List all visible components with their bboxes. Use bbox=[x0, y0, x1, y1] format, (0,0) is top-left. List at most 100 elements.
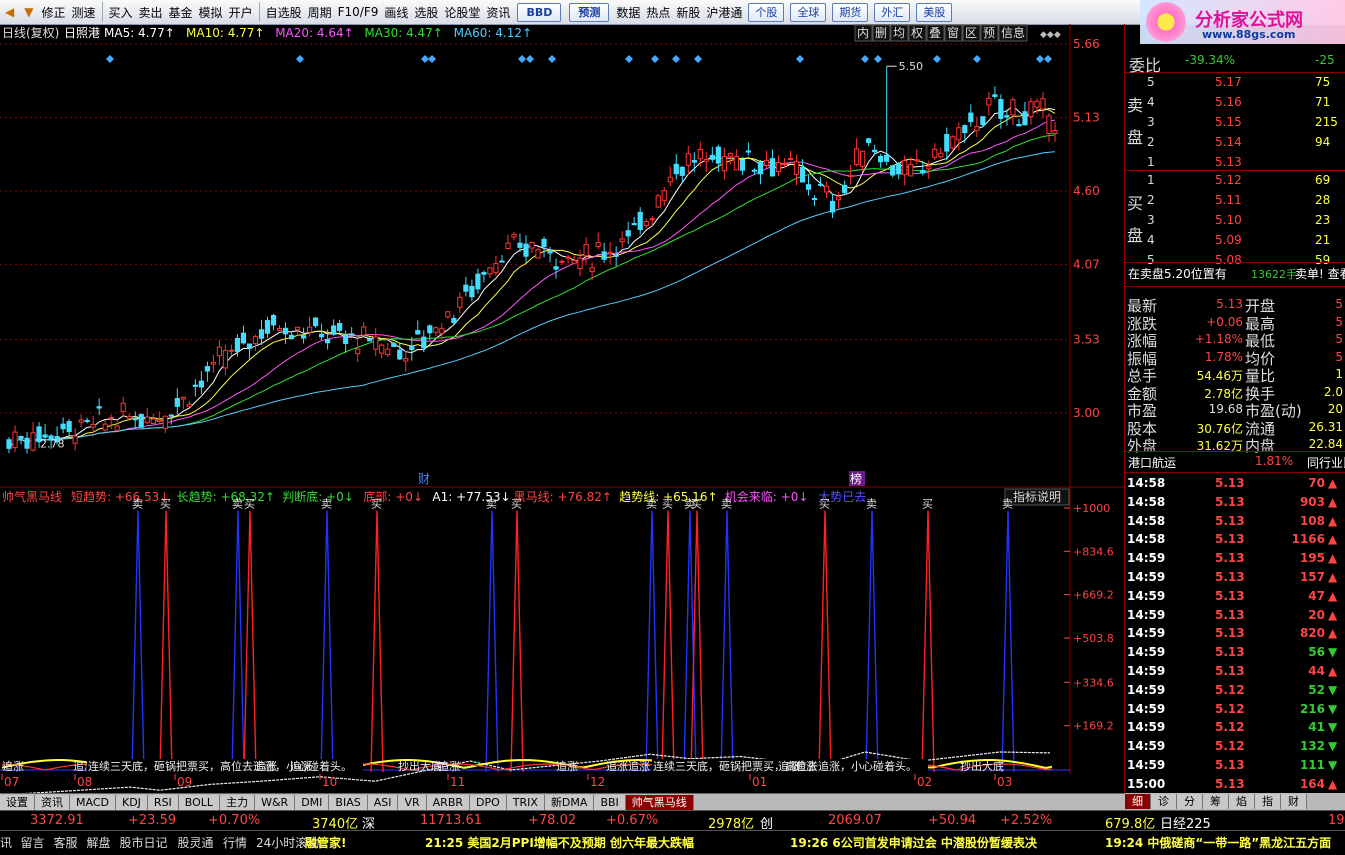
status-link[interactable]: 留言 bbox=[21, 834, 45, 851]
tick-row: 15:00 5.13 164 ▲ bbox=[1125, 776, 1345, 794]
candle-body bbox=[751, 169, 758, 172]
status-link[interactable]: 股灵通 bbox=[178, 834, 214, 851]
tick-time: 14:59 bbox=[1127, 739, 1166, 754]
candle-body bbox=[373, 336, 379, 350]
right-tab-指[interactable]: 指 bbox=[1255, 794, 1281, 809]
toolbar-item-data[interactable]: 数据 bbox=[613, 1, 643, 23]
status-link[interactable]: 行情 bbox=[223, 834, 247, 851]
sector-compare-link[interactable]: 同行业比 bbox=[1307, 454, 1345, 471]
asks-row[interactable]: 2 5.14 94 bbox=[1125, 134, 1345, 152]
toolbar-item-hk-connect[interactable]: 沪港通 bbox=[703, 1, 745, 23]
toolbar-item-single-stock[interactable]: 个股 bbox=[748, 2, 785, 22]
status-link[interactable]: 股市日记 bbox=[120, 834, 168, 851]
toolbar-item-simulate[interactable]: 模拟 bbox=[196, 1, 226, 23]
right-tab-筹[interactable]: 筹 bbox=[1203, 794, 1229, 809]
tab-帅气黑马线[interactable]: 帅气黑马线 bbox=[625, 795, 694, 810]
bids-row[interactable]: 3 5.10 23 bbox=[1125, 212, 1345, 230]
toolbar-item-fund[interactable]: 基金 bbox=[166, 1, 196, 23]
candle-body bbox=[733, 156, 739, 171]
toolbar-item-forex[interactable]: 外汇 bbox=[874, 2, 911, 22]
toolbar-item-hot[interactable]: 热点 bbox=[643, 1, 673, 23]
tab-主力[interactable]: 主力 bbox=[220, 795, 256, 810]
toolbar-item-buy[interactable]: 买入 bbox=[106, 1, 136, 23]
candle-body bbox=[523, 243, 529, 257]
right-tab-细[interactable]: 细 bbox=[1125, 794, 1151, 809]
asks-row[interactable]: 3 5.15 215 bbox=[1125, 114, 1345, 132]
toolbar-item-news[interactable]: 资讯 bbox=[483, 1, 513, 23]
month-label: 09 bbox=[177, 775, 192, 789]
buy-spike-label: 买 bbox=[922, 498, 933, 511]
tab-W&R[interactable]: W&R bbox=[255, 795, 296, 810]
status-link[interactable]: 讯 bbox=[0, 834, 12, 851]
toolbar-item-bbd[interactable]: BBD bbox=[517, 2, 562, 22]
toolbar-item-sell[interactable]: 卖出 bbox=[136, 1, 166, 23]
tab-KDJ[interactable]: KDJ bbox=[115, 795, 148, 810]
toolbar-item-pick-stock[interactable]: 选股 bbox=[411, 1, 441, 23]
tab-资讯[interactable]: 资讯 bbox=[35, 795, 70, 810]
toolbar-item-xiuzheng[interactable]: 修正 bbox=[38, 1, 68, 23]
toolbar-item-global[interactable]: 全球 bbox=[790, 2, 827, 22]
candle-body bbox=[860, 150, 866, 167]
candle-body bbox=[649, 218, 655, 221]
bids-row[interactable]: 4 5.09 21 bbox=[1125, 232, 1345, 250]
toolbar-item-period[interactable]: 周期 bbox=[305, 1, 335, 23]
chart-area[interactable]: 5.50 2.78 财 榜 日线(复权) 日照港 MA5: 4.77↑ MA10: 4.77… bbox=[0, 24, 1124, 800]
tab-设置[interactable]: 设置 bbox=[0, 795, 35, 810]
signal-diamond bbox=[796, 55, 804, 63]
toolbar-item-futures[interactable]: 期货 bbox=[832, 2, 869, 22]
toolbar-item-cesu[interactable]: 测速 bbox=[68, 1, 98, 23]
sector-row[interactable]: 港口航运 1.81% 同行业比 bbox=[1125, 453, 1345, 471]
down-arrow-icon[interactable]: ▼ bbox=[19, 5, 38, 19]
candle-body bbox=[1004, 115, 1010, 118]
candle-body bbox=[956, 127, 962, 141]
toolbar-item-open-account[interactable]: 开户 bbox=[226, 1, 256, 23]
news-item-2[interactable]: 19:26 6公司首发申请过会 中潜股份暂缓表决 bbox=[790, 834, 1037, 851]
back-arrow-icon[interactable]: ◀ bbox=[0, 5, 19, 19]
tab-DMI[interactable]: DMI bbox=[295, 795, 330, 810]
price: 5.15 bbox=[1215, 115, 1242, 129]
bids-row[interactable]: 2 5.11 28 bbox=[1125, 192, 1345, 210]
candle-body bbox=[168, 414, 174, 417]
toolbar-item-us-stock[interactable]: 美股 bbox=[916, 2, 953, 22]
big-order-notice[interactable]: 在卖盘5.20位置有 13622手 卖单! 查看详 bbox=[1125, 264, 1345, 282]
asks-row[interactable]: 5 5.17 75 bbox=[1125, 74, 1345, 92]
chart-svg[interactable]: 5.50 2.78 财 榜 日线(复权) 日照港 MA5: 4.77↑ MA10: 4.77… bbox=[0, 24, 1124, 800]
news-item-1[interactable]: 21:25 美国2月PPI增幅不及预期 创六年最大跌幅 bbox=[425, 834, 694, 851]
status-link[interactable]: 解盘 bbox=[87, 834, 111, 851]
tab-VR[interactable]: VR bbox=[398, 795, 427, 810]
right-tab-焰[interactable]: 焰 bbox=[1229, 794, 1255, 809]
tab-MACD[interactable]: MACD bbox=[70, 795, 116, 810]
tab-BOLL[interactable]: BOLL bbox=[178, 795, 221, 810]
toolbar-item-draw[interactable]: 画线 bbox=[381, 1, 411, 23]
candle-body bbox=[950, 136, 956, 149]
tab-TRIX[interactable]: TRIX bbox=[506, 795, 545, 810]
toolbar-item-new-stock[interactable]: 新股 bbox=[673, 1, 703, 23]
toolbar-item-watchlist[interactable]: 自选股 bbox=[263, 1, 305, 23]
right-tab-财[interactable]: 财 bbox=[1281, 794, 1307, 809]
asks-row[interactable]: 4 5.16 71 bbox=[1125, 94, 1345, 112]
tab-新DMA[interactable]: 新DMA bbox=[544, 795, 595, 810]
tab-RSI[interactable]: RSI bbox=[147, 795, 179, 810]
tab-BIAS[interactable]: BIAS bbox=[329, 795, 368, 810]
tab-ASI[interactable]: ASI bbox=[367, 795, 399, 810]
toolbar-item-f10[interactable]: F10/F9 bbox=[335, 1, 382, 23]
divider bbox=[1125, 472, 1345, 473]
sell-spike bbox=[231, 510, 245, 773]
candle-body bbox=[240, 332, 247, 344]
notice-text: 在卖盘5.20位置有 bbox=[1128, 267, 1227, 281]
tab-BBI[interactable]: BBI bbox=[594, 795, 626, 810]
bids-row[interactable]: 1 5.12 69 bbox=[1125, 172, 1345, 190]
status-link[interactable]: 客服 bbox=[54, 834, 78, 851]
toolbar-item-forum[interactable]: 论股堂 bbox=[441, 1, 483, 23]
tab-ARBR[interactable]: ARBR bbox=[426, 795, 471, 810]
toolbar-item-forecast[interactable]: 预测 bbox=[569, 2, 610, 22]
right-tab-分[interactable]: 分 bbox=[1177, 794, 1203, 809]
sector-name[interactable]: 港口航运 bbox=[1128, 454, 1176, 471]
candle-body bbox=[841, 184, 848, 194]
candle-body bbox=[264, 320, 271, 334]
indicator-header-item: 机会来临: +0↓ bbox=[725, 490, 809, 504]
right-tab-诊[interactable]: 诊 bbox=[1151, 794, 1177, 809]
indicator-bottom-text: 追涨 bbox=[438, 759, 460, 773]
tab-DPO[interactable]: DPO bbox=[470, 795, 507, 810]
news-item-3[interactable]: 19:24 中俄磋商“一带一路”黑龙江五方面 bbox=[1105, 834, 1331, 851]
